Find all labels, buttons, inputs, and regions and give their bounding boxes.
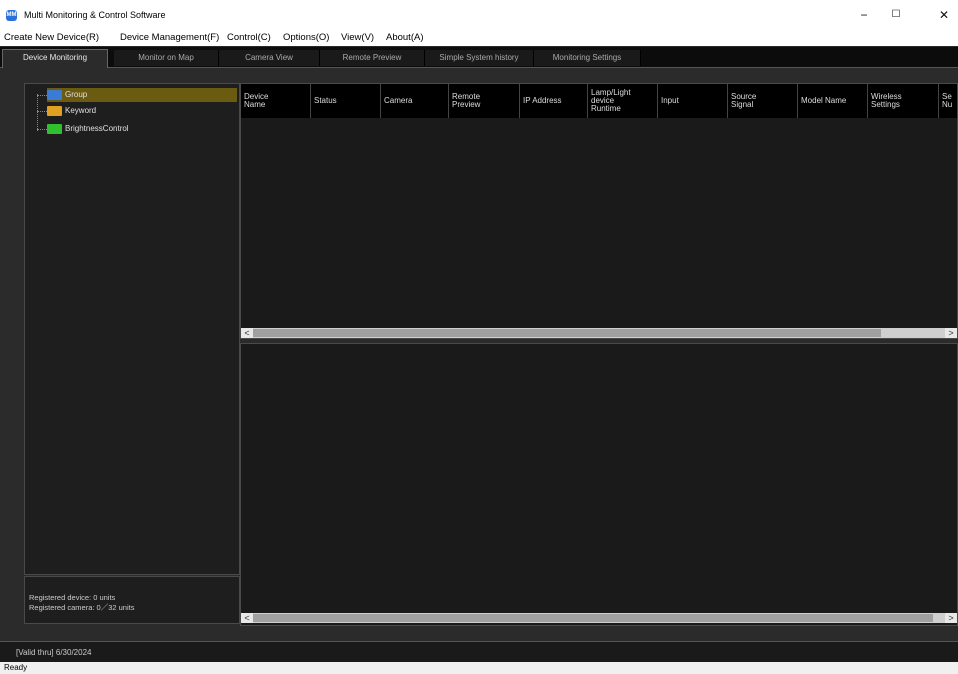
registration-info: Registered device: 0 units Registered ca… (24, 576, 240, 624)
tab-bar: Device Monitoring Monitor on Map Camera … (0, 47, 958, 68)
device-tree: Group Keyword BrightnessControl (24, 83, 240, 575)
tab-simple-system-history[interactable]: Simple System history (425, 50, 534, 66)
column-header[interactable]: Device Name (241, 84, 311, 118)
valid-thru-label: [Valid thru] 6/30/2024 (16, 648, 92, 657)
tab-monitoring-settings[interactable]: Monitoring Settings (534, 50, 641, 66)
maximize-button[interactable]: ☐ (882, 6, 910, 24)
column-header[interactable]: Remote Preview (449, 84, 520, 118)
tab-camera-view[interactable]: Camera View (219, 50, 320, 66)
app-icon: MM (6, 10, 17, 21)
scroll-left-icon[interactable]: < (241, 328, 253, 338)
column-header[interactable]: Se Nu (939, 84, 957, 118)
column-header[interactable]: Input (658, 84, 728, 118)
status-bar: Ready (0, 662, 958, 674)
registered-devices: Registered device: 0 units (29, 593, 116, 602)
menu-bar: Create New Device(R) Device Management(F… (0, 30, 958, 46)
minimize-button[interactable]: − (850, 6, 878, 24)
tree-node-label: Keyword (65, 106, 97, 115)
column-header[interactable]: Camera (381, 84, 449, 118)
menu-view[interactable]: View(V) (341, 32, 374, 43)
tree-node-group[interactable]: Group (47, 88, 237, 102)
scroll-left-icon[interactable]: < (241, 613, 253, 623)
menu-device-management[interactable]: Device Management(F) (120, 32, 219, 43)
tree-node-label: Group (65, 90, 88, 99)
folder-icon (47, 105, 62, 116)
tree-line (37, 94, 38, 131)
table-header: Device Name Status Camera Remote Preview… (241, 84, 957, 118)
tree-node-brightnesscontrol[interactable]: BrightnessControl (47, 122, 129, 136)
column-header[interactable]: IP Address (520, 84, 588, 118)
detail-horizontal-scrollbar[interactable]: < > (241, 613, 957, 623)
title-bar: MM Multi Monitoring & Control Software −… (0, 0, 958, 30)
tree-node-label: BrightnessControl (65, 124, 129, 133)
tree-line (37, 129, 47, 130)
menu-create-new-device[interactable]: Create New Device(R) (4, 32, 99, 43)
tree-line (37, 95, 47, 96)
tree-node-keyword[interactable]: Keyword (47, 104, 96, 118)
tree-line (37, 111, 47, 112)
registered-cameras: Registered camera: 0／32 units (29, 603, 135, 612)
column-header[interactable]: Lamp/Light device Runtime (588, 84, 658, 118)
detail-panel: < > (240, 343, 958, 626)
folder-icon (47, 89, 62, 100)
tab-device-monitoring[interactable]: Device Monitoring (2, 49, 108, 68)
device-table: Device Name Status Camera Remote Preview… (240, 83, 958, 339)
scroll-right-icon[interactable]: > (945, 613, 957, 623)
table-horizontal-scrollbar[interactable]: < > (241, 328, 957, 338)
scrollbar-thumb[interactable] (253, 329, 881, 337)
column-header[interactable]: Wireless Settings (868, 84, 939, 118)
scroll-right-icon[interactable]: > (945, 328, 957, 338)
column-header[interactable]: Model Name (798, 84, 868, 118)
license-footer: [Valid thru] 6/30/2024 (0, 641, 958, 662)
status-text: Ready (4, 663, 28, 672)
close-button[interactable]: ✕ (930, 6, 958, 24)
column-header[interactable]: Source Signal (728, 84, 798, 118)
folder-icon (47, 123, 62, 134)
scrollbar-thumb[interactable] (253, 614, 933, 622)
tab-monitor-on-map[interactable]: Monitor on Map (114, 50, 219, 66)
tab-remote-preview[interactable]: Remote Preview (320, 50, 425, 66)
column-header[interactable]: Status (311, 84, 381, 118)
menu-control[interactable]: Control(C) (227, 32, 271, 43)
menu-options[interactable]: Options(O) (283, 32, 329, 43)
menu-about[interactable]: About(A) (386, 32, 424, 43)
window-title: Multi Monitoring & Control Software (24, 10, 166, 20)
